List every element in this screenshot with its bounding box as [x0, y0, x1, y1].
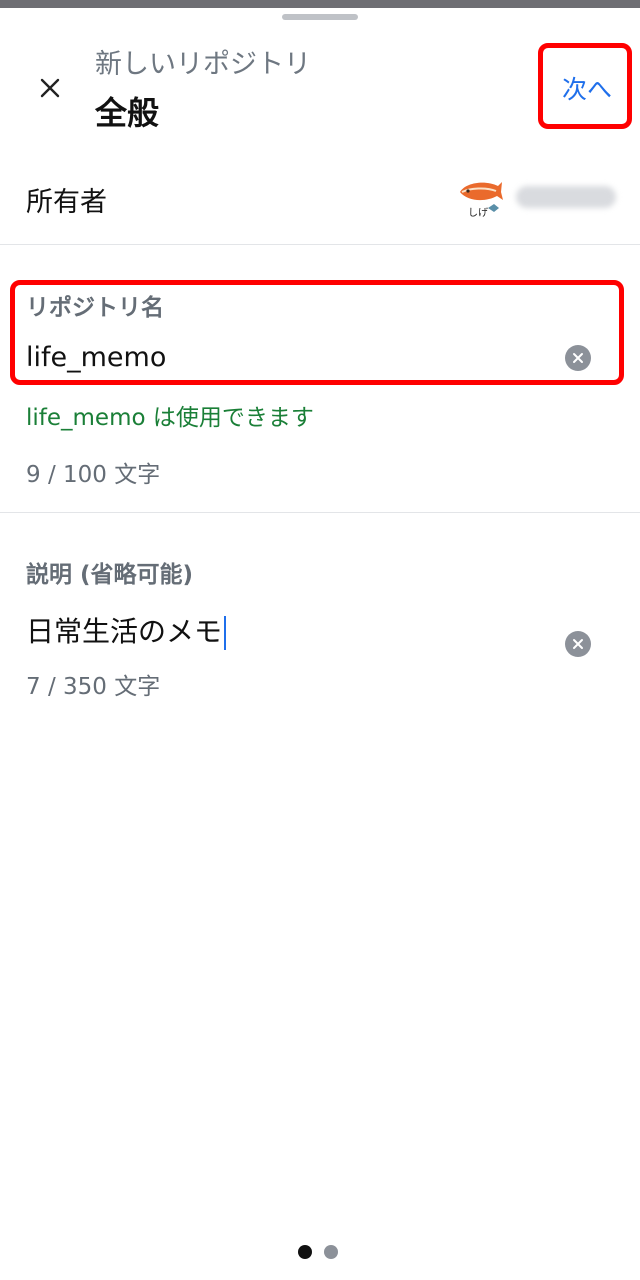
clear-icon: [573, 639, 583, 649]
top-strip: [0, 0, 640, 8]
owner-name-blurred: [516, 186, 616, 208]
repo-name-input[interactable]: [26, 342, 546, 373]
page-dot-inactive: [324, 1245, 338, 1259]
clear-icon: [573, 353, 583, 363]
owner-label: 所有者: [26, 187, 107, 218]
repo-name-label: リポジトリ名: [26, 295, 164, 321]
page-subtitle: 新しいリポジトリ: [95, 49, 311, 80]
description-input[interactable]: 日常生活のメモ: [26, 610, 227, 650]
avatar: しげ: [460, 182, 503, 219]
sheet-grabber[interactable]: [282, 14, 358, 20]
page-dot-active: [298, 1245, 312, 1259]
description-value: 日常生活のメモ: [26, 615, 223, 648]
avatar-caption: しげ: [468, 207, 488, 219]
close-button[interactable]: [30, 68, 70, 108]
repo-name-availability: life_memo は使用できます: [26, 405, 314, 431]
page-title: 全般: [95, 94, 160, 132]
clear-repo-name-button[interactable]: [565, 345, 591, 371]
owner-row[interactable]: 所有者 しげ: [0, 160, 640, 245]
close-icon: [40, 78, 60, 98]
description-char-count: 7 / 350 文字: [26, 674, 161, 700]
repo-name-char-count: 9 / 100 文字: [26, 462, 161, 488]
description-label: 説明 (省略可能): [26, 562, 194, 588]
text-caret: [224, 616, 227, 650]
section-divider: [0, 512, 640, 513]
next-button[interactable]: 次へ: [546, 66, 628, 110]
page-indicator: [298, 1245, 338, 1259]
clear-description-button[interactable]: [565, 631, 591, 657]
